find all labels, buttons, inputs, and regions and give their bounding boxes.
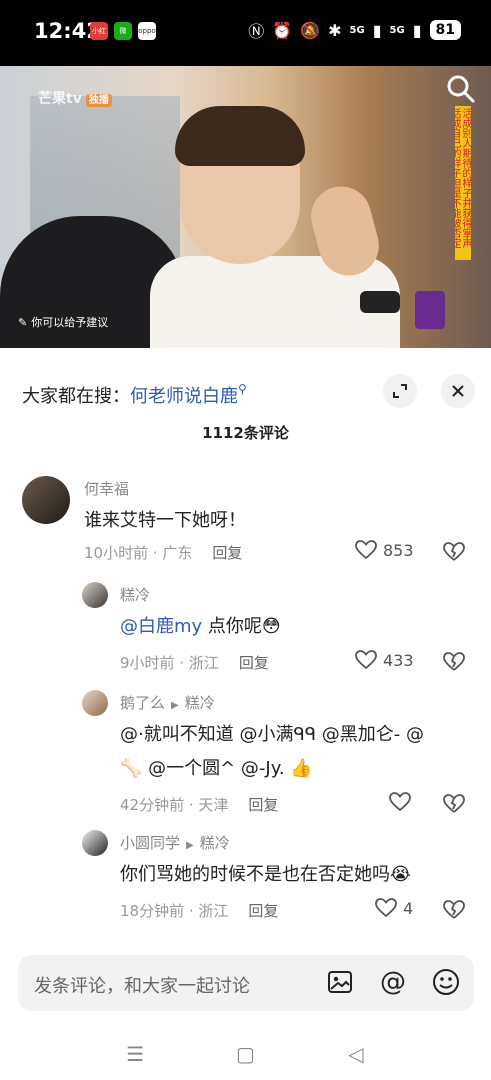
sparkle-icon: ✎ bbox=[18, 315, 28, 329]
news-app-icon: 小红书 bbox=[90, 22, 108, 40]
comment-username[interactable]: 何幸福 bbox=[84, 478, 129, 499]
comment-meta: 42分钟前 · 天津 回复 bbox=[120, 796, 279, 814]
at-icon: @ bbox=[380, 967, 406, 997]
broken-heart-icon[interactable] bbox=[443, 542, 465, 562]
comment-meta: 10小时前 · 广东 回复 bbox=[84, 544, 243, 562]
like-button[interactable]: 4 bbox=[375, 898, 413, 918]
alarm-icon: ⏰ bbox=[272, 20, 293, 40]
like-button[interactable] bbox=[389, 792, 417, 812]
avatar[interactable] bbox=[82, 690, 108, 716]
broken-heart-icon[interactable] bbox=[443, 652, 465, 672]
nfc-icon: Ⓝ bbox=[248, 22, 265, 41]
search-suggestion[interactable]: 大家都在搜：何老师说白鹿⚲ bbox=[22, 382, 247, 408]
search-small-icon: ⚲ bbox=[238, 382, 247, 396]
wechat-app-icon: 微 bbox=[114, 22, 132, 40]
home-square-icon: ▢ bbox=[236, 1042, 255, 1066]
search-icon[interactable] bbox=[446, 74, 476, 104]
broken-heart-icon[interactable] bbox=[443, 794, 465, 814]
like-button[interactable]: 433 bbox=[355, 650, 414, 670]
like-button[interactable]: 853 bbox=[355, 540, 414, 560]
mention-button[interactable]: @ bbox=[378, 967, 408, 997]
image-icon bbox=[328, 971, 352, 993]
emoji-face-icon bbox=[433, 969, 459, 995]
close-button[interactable] bbox=[441, 374, 475, 408]
video-person-hair bbox=[175, 106, 305, 166]
reply-button[interactable]: 回复 bbox=[239, 654, 269, 672]
mango-tv-logo: 芒果tv 独播 bbox=[38, 88, 112, 108]
avatar[interactable] bbox=[22, 476, 70, 524]
side-caption: 活成别人期待的样子并获得掌声 活成自己的样子但是不能被否定 bbox=[455, 106, 471, 260]
comment-meta: 18分钟前 · 浙江 回复 bbox=[120, 902, 279, 920]
image-button[interactable] bbox=[325, 967, 355, 997]
notification-apps: 小红书 微 oppo bbox=[90, 22, 156, 40]
video-player[interactable]: 芒果tv 独播 活成别人期待的样子并获得掌声 活成自己的样子但是不能被否定 ✎ 你… bbox=[0, 66, 491, 348]
reply-arrow-icon: ▶ bbox=[186, 840, 194, 851]
menu-nav-button[interactable]: ☰ bbox=[120, 1039, 150, 1069]
signal-bars-icon: ▮ bbox=[372, 20, 382, 40]
emoji-button[interactable] bbox=[431, 967, 461, 997]
system-nav-bar: ☰ ▢ ◁ bbox=[0, 1028, 491, 1080]
video-subtitle: ✎ 你可以给予建议 bbox=[18, 315, 109, 330]
emoji-icon: 😳 bbox=[261, 616, 281, 637]
heart-icon bbox=[355, 540, 377, 560]
reply-arrow-icon: ▶ bbox=[171, 700, 179, 711]
expand-button[interactable] bbox=[383, 374, 417, 408]
back-triangle-icon: ◁ bbox=[348, 1042, 364, 1066]
status-indicators: Ⓝ ⏰ 🔕 ✱ 5G ▮ 5G ▮ 81 bbox=[248, 18, 461, 42]
reply-button[interactable]: 回复 bbox=[248, 796, 278, 814]
signal-5g-b: 5G bbox=[389, 24, 405, 36]
product-placement bbox=[415, 291, 445, 329]
like-count: 4 bbox=[403, 898, 414, 918]
bluetooth-icon: ✱ bbox=[328, 20, 342, 40]
like-count: 853 bbox=[383, 540, 414, 560]
like-count: 433 bbox=[383, 650, 414, 670]
back-nav-button[interactable]: ◁ bbox=[341, 1039, 371, 1069]
comment-input-bar[interactable]: 发条评论，和大家一起讨论 @ bbox=[18, 955, 474, 1011]
broken-heart-icon[interactable] bbox=[443, 900, 465, 920]
signal-5g-a: 5G bbox=[349, 24, 365, 36]
comment-username: 小圆同学 ▶ 糕冷 bbox=[120, 834, 230, 852]
close-icon bbox=[452, 385, 464, 397]
comment-text: 谁来艾特一下她呀！ bbox=[84, 510, 246, 531]
signal-bars-icon: ▮ bbox=[412, 20, 422, 40]
oppo-app-icon: oppo bbox=[138, 22, 156, 40]
reply-button[interactable]: 回复 bbox=[248, 902, 278, 920]
expand-icon bbox=[393, 384, 407, 398]
avatar[interactable] bbox=[82, 830, 108, 856]
reply-button[interactable]: 回复 bbox=[212, 544, 242, 562]
comment-mentions-line2[interactable]: 🦴 @一个圆^ @-Jy. 👍 bbox=[120, 752, 313, 786]
heart-icon bbox=[389, 792, 411, 812]
home-nav-button[interactable]: ▢ bbox=[230, 1039, 260, 1069]
comment-mentions-line1[interactable]: @·就叫不知道 @小满ᑫᑫ @黑加仑- @ bbox=[120, 718, 424, 752]
comment-username[interactable]: 糕冷 bbox=[120, 584, 150, 605]
heart-icon bbox=[375, 898, 397, 918]
comment-count: 1112条评论 bbox=[202, 424, 289, 442]
comment-meta: 9小时前 · 浙江 回复 bbox=[120, 654, 269, 672]
comment-input-placeholder[interactable]: 发条评论，和大家一起讨论 bbox=[34, 972, 250, 998]
search-keyword[interactable]: 何老师说白鹿 bbox=[130, 386, 238, 407]
comment-text: 你们骂她的时候不是也在否定她吗😭 bbox=[120, 864, 412, 885]
comment-username: 鹅了么 ▶ 糕冷 bbox=[120, 694, 215, 712]
heart-icon bbox=[355, 650, 377, 670]
status-bar: 12:42 小红书 微 oppo Ⓝ ⏰ 🔕 ✱ 5G ▮ 5G ▮ 81 bbox=[0, 0, 491, 66]
avatar[interactable] bbox=[82, 582, 108, 608]
mute-icon: 🔕 bbox=[300, 20, 321, 40]
mention-link[interactable]: @白鹿my bbox=[120, 616, 202, 637]
logo-tag: 独播 bbox=[85, 94, 112, 107]
menu-icon: ☰ bbox=[126, 1042, 145, 1066]
comment-text: @白鹿my 点你呢😳 bbox=[120, 616, 281, 637]
video-watch bbox=[360, 291, 400, 313]
battery-indicator: 81 bbox=[429, 20, 461, 40]
